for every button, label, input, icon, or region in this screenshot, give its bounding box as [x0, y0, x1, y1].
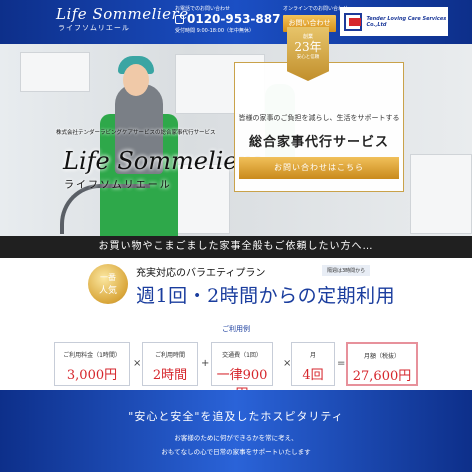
target-band: お買い物やこまごました家事全般もご依頼したい方へ…	[0, 236, 472, 258]
phone-contact: お電話でのお問い合わせ 0120-953-887 受付時間 9:00-18:00…	[175, 5, 280, 34]
hero-cta-button[interactable]: お問い合わせはこちら	[239, 157, 399, 179]
price-item-hourly: ご利用料金（1時間） 3,000円	[54, 342, 130, 386]
price-item-label: ご利用時間	[154, 352, 185, 359]
hospitality-section: "安心と安全"を追及したホスピタリティ お客様のために何ができるかを常に考え、 …	[0, 390, 472, 472]
phone-number[interactable]: 0120-953-887	[175, 12, 280, 27]
price-item-value: 3,000円	[66, 368, 118, 383]
plan-title: 週1回・2時間からの定期利用	[136, 285, 396, 307]
hero-card-title: 総合家事代行サービス	[248, 135, 389, 150]
price-item-monthly-count: 月 4回	[291, 342, 335, 386]
price-item-value: 2時間	[152, 368, 188, 383]
hospitality-line2: おもてなしの心で日常の家事をサポートいたします	[161, 448, 311, 456]
badge-bottom: 安心と信頼	[296, 55, 320, 60]
price-item-value: 4回	[302, 368, 324, 383]
badge-years: 23年	[294, 40, 322, 54]
hero-card: 皆様の家事のご負担を減らし、生活をサポートする 総合家事代行サービス お問い合わ…	[234, 62, 404, 192]
phone-icon	[175, 15, 184, 24]
plan-note: 隔週は3時間から	[322, 265, 371, 276]
anniversary-badge: 創業 23年 安心と信頼	[287, 27, 329, 81]
medal-top: 一番	[100, 273, 116, 282]
company-logo[interactable]: Tender Loving Care Services Co.,Ltd	[340, 7, 448, 36]
hospitality-title: "安心と安全"を追及したホスピタリティ	[128, 410, 344, 423]
plan-section: 一番 人気 充実対応のバラエティプラン 隔週は3時間から 週1回・2時間からの定…	[0, 258, 472, 402]
logo-text-en: Life Sommeliere	[56, 5, 189, 23]
phone-number-text: 0120-953-887	[187, 12, 281, 26]
company-name: Tender Loving Care Services Co.,Ltd	[366, 15, 447, 28]
price-item-total: 月額（税抜） 27,600円	[346, 342, 418, 386]
price-item-value: 27,600円	[352, 369, 412, 384]
price-item-transport: 交通費（1回） 一律900円	[211, 342, 273, 402]
online-caption: オンラインでのお問い合わせ	[283, 6, 349, 12]
phone-hours: 受付時間 9:00-18:00（年中無休）	[175, 28, 255, 34]
price-item-hours: ご利用時間 2時間	[142, 342, 198, 386]
hero-brand: 株式会社テンダーラビングケアサービスの総合家事代行サービス Life Somme…	[56, 128, 263, 191]
badge-top: 創業	[302, 34, 313, 40]
background-shelf	[410, 154, 472, 234]
operator-equals: =	[337, 358, 346, 369]
price-item-label: 交通費（1回）	[222, 352, 262, 359]
logo-text-jp: ライフソムリエール	[58, 24, 130, 32]
background-shelf	[20, 52, 90, 92]
woman-face	[123, 64, 149, 96]
price-item-label: 月額（税抜）	[363, 353, 400, 360]
hospitality-line1: お客様のために何ができるかを常に考え、	[174, 434, 298, 442]
vacuum-hose	[60, 184, 150, 234]
price-item-label: ご利用料金（1時間）	[63, 352, 121, 359]
popular-medal: 一番 人気	[88, 264, 128, 304]
price-item-label: 月	[309, 352, 316, 359]
site-header: Life Sommeliere ライフソムリエール お電話でのお問い合わせ 01…	[0, 0, 472, 44]
hero-company-line: 株式会社テンダーラビングケアサービスの総合家事代行サービス	[56, 130, 216, 136]
operator-multiply: ×	[133, 358, 142, 369]
phone-caption: お電話でのお問い合わせ	[175, 6, 231, 12]
site-logo[interactable]: Life Sommeliere ライフソムリエール	[56, 6, 189, 33]
medal-bottom: 人気	[98, 286, 117, 296]
plan-subtitle: 充実対応のバラエティプラン	[136, 268, 266, 279]
hero-card-text: 皆様の家事のご負担を減らし、生活をサポートする	[238, 114, 400, 122]
example-label: ご利用例	[222, 325, 250, 333]
operator-plus: +	[201, 358, 210, 369]
company-mark-icon	[344, 12, 363, 31]
